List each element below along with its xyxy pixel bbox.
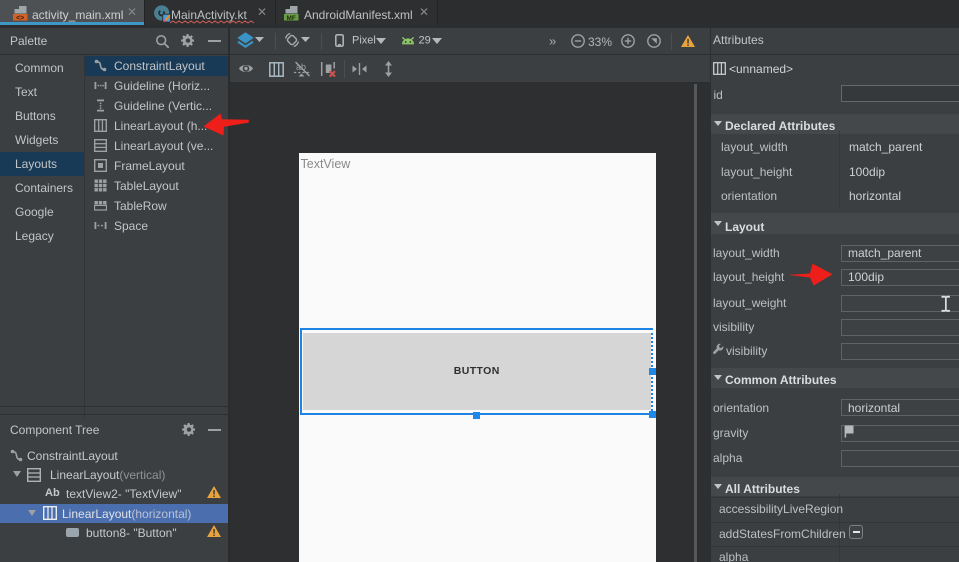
- svg-text:<>: <>: [16, 15, 24, 21]
- svg-text:MF: MF: [287, 15, 296, 21]
